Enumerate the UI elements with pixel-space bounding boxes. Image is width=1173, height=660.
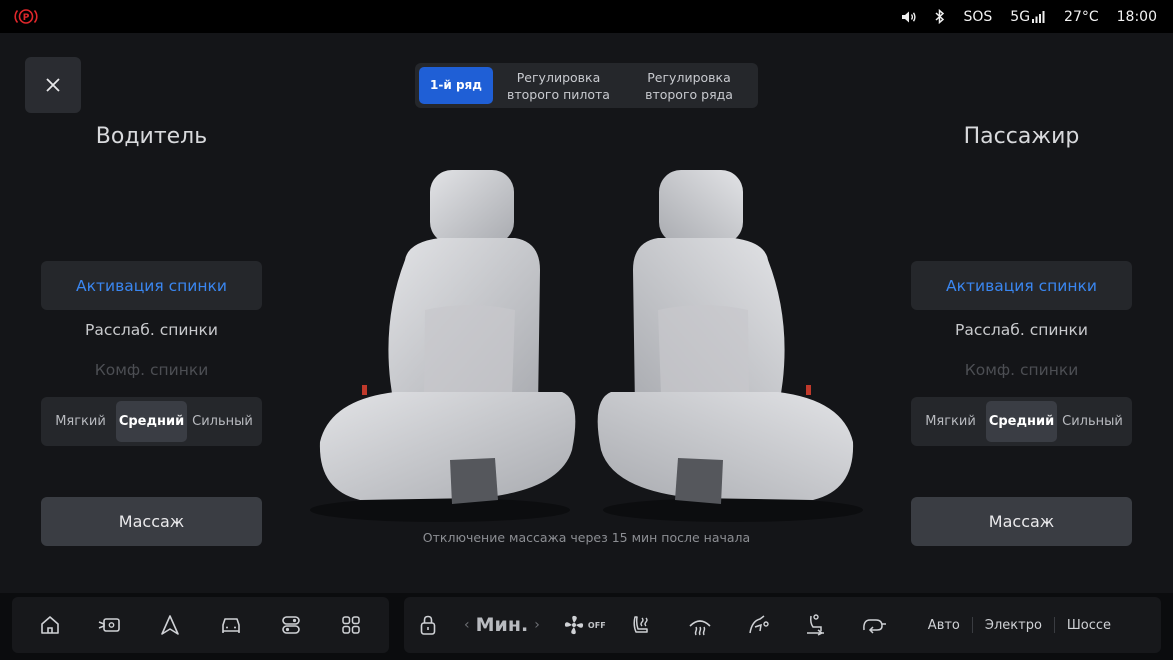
- signal-icon: [1032, 10, 1045, 23]
- passenger-intensity-selector: Мягкий Средний Сильный: [911, 397, 1132, 446]
- passenger-level-medium[interactable]: Средний: [986, 401, 1057, 442]
- network-indicator: 5G: [1010, 9, 1046, 25]
- driver-back-relax-option[interactable]: Расслаб. спинки: [41, 310, 262, 350]
- svg-text:P: P: [23, 13, 30, 23]
- home-icon: [41, 616, 59, 634]
- airflow-feet-button[interactable]: [798, 607, 834, 643]
- passenger-level-soft[interactable]: Мягкий: [915, 401, 986, 442]
- tab-first-row[interactable]: 1-й ряд: [419, 67, 493, 104]
- parking-brake-icon: P: [14, 9, 38, 24]
- apps-grid-icon: [342, 616, 360, 634]
- driver-massage-panel: Активация спинки Расслаб. спинки Комф. с…: [41, 261, 262, 446]
- driver-level-medium[interactable]: Средний: [116, 401, 187, 442]
- climate-dock: ‹ Мин. › OFF Авто Электро Шоссе: [404, 597, 1161, 653]
- passenger-seat-image: [597, 170, 863, 522]
- recirculation-button[interactable]: [856, 607, 892, 643]
- fan-decrease-button[interactable]: ‹: [458, 617, 476, 633]
- driver-seat-image: [310, 170, 576, 522]
- driver-level-soft[interactable]: Мягкий: [45, 401, 116, 442]
- airflow-face-button[interactable]: [740, 607, 776, 643]
- temperature-label: 27°C: [1064, 8, 1099, 25]
- drive-mode-highway[interactable]: Шоссе: [1055, 618, 1123, 633]
- passenger-back-relax-option[interactable]: Расслаб. спинки: [911, 310, 1132, 350]
- camera-button[interactable]: [92, 607, 128, 643]
- drive-mode-electric[interactable]: Электро: [973, 618, 1054, 633]
- apps-button[interactable]: [333, 607, 369, 643]
- car-icon: [221, 618, 240, 633]
- toggles-icon: [281, 616, 300, 634]
- navigation-button[interactable]: [152, 607, 188, 643]
- bluetooth-icon[interactable]: [935, 9, 945, 24]
- front-defrost-button[interactable]: [682, 607, 718, 643]
- tab-second-row[interactable]: Регулировка второго ряда: [624, 67, 754, 104]
- navigation-icon: [161, 615, 180, 635]
- network-label: 5G: [1010, 8, 1031, 25]
- close-icon: [46, 78, 60, 92]
- fan-speed-value: Мин.: [475, 614, 529, 636]
- seat-heating-icon: [633, 616, 648, 633]
- passenger-title: Пассажир: [963, 124, 1080, 149]
- seat-heating-button[interactable]: [624, 607, 660, 643]
- driver-back-activation-option[interactable]: Активация спинки: [41, 261, 262, 310]
- vehicle-button[interactable]: [213, 607, 249, 643]
- navigation-dock: [12, 597, 389, 653]
- passenger-massage-panel: Активация спинки Расслаб. спинки Комф. с…: [911, 261, 1132, 446]
- front-defrost-icon: [689, 620, 711, 636]
- fan-icon: [564, 615, 584, 635]
- fan-off-button[interactable]: OFF: [556, 607, 612, 643]
- sos-label[interactable]: SOS: [963, 9, 992, 25]
- status-bar: P SOS 5G 27°C 18:00: [0, 0, 1173, 33]
- volume-icon[interactable]: [901, 10, 917, 24]
- passenger-back-activation-option[interactable]: Активация спинки: [911, 261, 1132, 310]
- lock-icon: [420, 615, 436, 635]
- recirculation-icon: [862, 619, 886, 634]
- drive-mode-auto[interactable]: Авто: [916, 618, 972, 633]
- close-button[interactable]: [25, 57, 81, 113]
- driver-intensity-selector: Мягкий Средний Сильный: [41, 397, 262, 446]
- fan-speed-control: ‹ Мин. ›: [458, 614, 546, 636]
- fan-increase-button[interactable]: ›: [528, 617, 546, 633]
- controls-button[interactable]: [273, 607, 309, 643]
- seats-illustration: [310, 170, 863, 522]
- bottom-bar: ‹ Мин. › OFF Авто Электро Шоссе: [0, 593, 1173, 660]
- airflow-face-icon: [749, 615, 769, 634]
- lock-button[interactable]: [410, 607, 446, 643]
- driver-back-comfort-option[interactable]: Комф. спинки: [41, 350, 262, 390]
- driver-title: Водитель: [95, 124, 208, 149]
- fan-off-tag: OFF: [587, 620, 606, 630]
- home-button[interactable]: [32, 607, 68, 643]
- clock-label: 18:00: [1116, 8, 1157, 25]
- passenger-level-strong[interactable]: Сильный: [1057, 401, 1128, 442]
- camera-icon: [98, 618, 121, 632]
- row-tabs: 1-й ряд Регулировка второго пилота Регул…: [415, 63, 758, 108]
- tab-copilot[interactable]: Регулировка второго пилота: [493, 67, 624, 104]
- massage-timeout-notice: Отключение массажа через 15 мин после на…: [422, 530, 751, 545]
- passenger-back-comfort-option[interactable]: Комф. спинки: [911, 350, 1132, 390]
- driver-level-strong[interactable]: Сильный: [187, 401, 258, 442]
- airflow-feet-icon: [806, 614, 824, 636]
